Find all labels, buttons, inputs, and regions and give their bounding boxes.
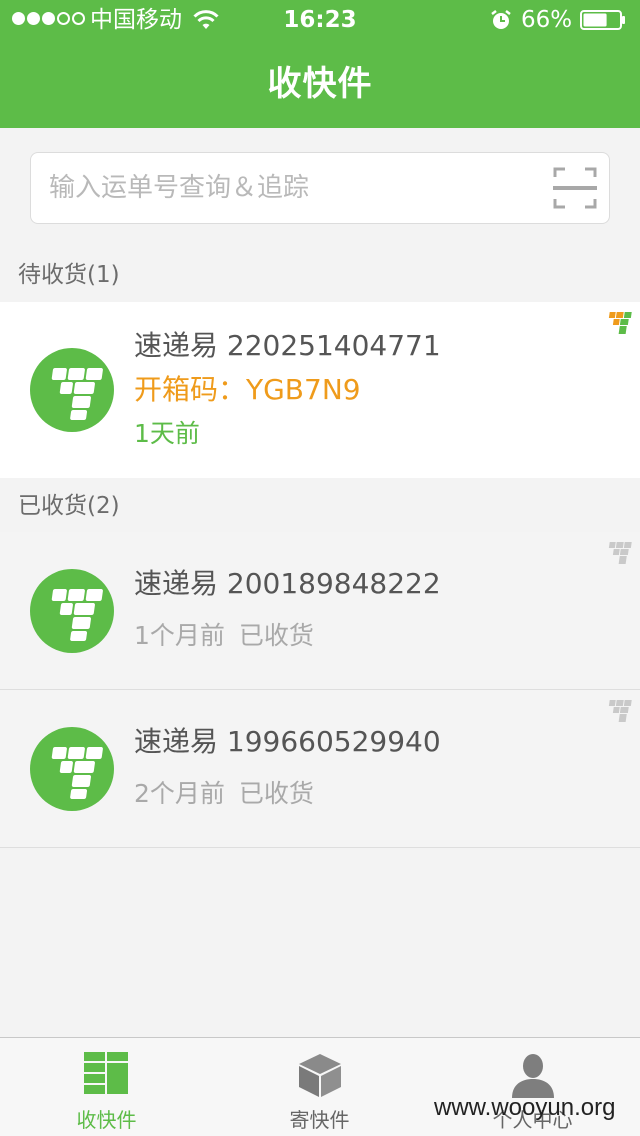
delivery-info: 1个月前 已收货	[134, 618, 314, 654]
pickup-code: 开箱码：YGB7N9	[134, 373, 361, 406]
delivery-time: 1天前	[134, 419, 200, 448]
page-title: 收快件	[267, 64, 373, 104]
tracking-search-input[interactable]	[49, 153, 539, 223]
user-icon	[512, 1054, 554, 1098]
box-icon	[299, 1054, 341, 1097]
delivery-time: 2个月前	[134, 779, 225, 808]
search-box[interactable]	[30, 152, 610, 224]
parcel-card[interactable]: 速递易 200189848222 1个月前 已收货	[0, 532, 640, 690]
courier-logo-icon	[30, 348, 114, 432]
battery-percentage: 66%	[521, 7, 573, 33]
courier-badge-icon	[608, 700, 632, 722]
grid-list-icon	[84, 1052, 128, 1094]
tab-label: 寄快件	[289, 1108, 350, 1132]
parcel-card[interactable]: 速递易 220251404771 开箱码：YGB7N9 1天前	[0, 302, 640, 478]
alarm-icon	[491, 10, 511, 29]
delivery-time: 1个月前	[134, 621, 225, 650]
courier-logo-icon	[30, 727, 114, 811]
section-title-pending: 待收货(1)	[18, 262, 120, 288]
tab-send[interactable]: 寄快件	[213, 1038, 426, 1136]
tab-receive[interactable]: 收快件	[0, 1038, 213, 1136]
tracking-number: 速递易 199660529940	[134, 725, 441, 758]
tracking-number: 速递易 220251404771	[134, 329, 441, 362]
delivery-status: 已收货	[238, 621, 314, 650]
scan-icon[interactable]	[553, 167, 597, 209]
delivery-info: 2个月前 已收货	[134, 776, 314, 812]
status-bar: 中国移动 16:23 66%	[0, 0, 640, 40]
parcel-card[interactable]: 速递易 199660529940 2个月前 已收货	[0, 690, 640, 848]
tab-label: 收快件	[76, 1108, 137, 1132]
delivery-status: 已收货	[238, 779, 314, 808]
battery-icon	[580, 10, 625, 30]
navigation-bar: 收快件	[0, 40, 640, 128]
section-title-received: 已收货(2)	[18, 493, 120, 519]
courier-logo-icon	[30, 569, 114, 653]
tracking-number: 速递易 200189848222	[134, 567, 441, 600]
courier-badge-icon	[608, 542, 632, 564]
courier-badge-icon	[608, 312, 632, 334]
watermark-text: www.wooyun.org	[434, 1094, 616, 1121]
